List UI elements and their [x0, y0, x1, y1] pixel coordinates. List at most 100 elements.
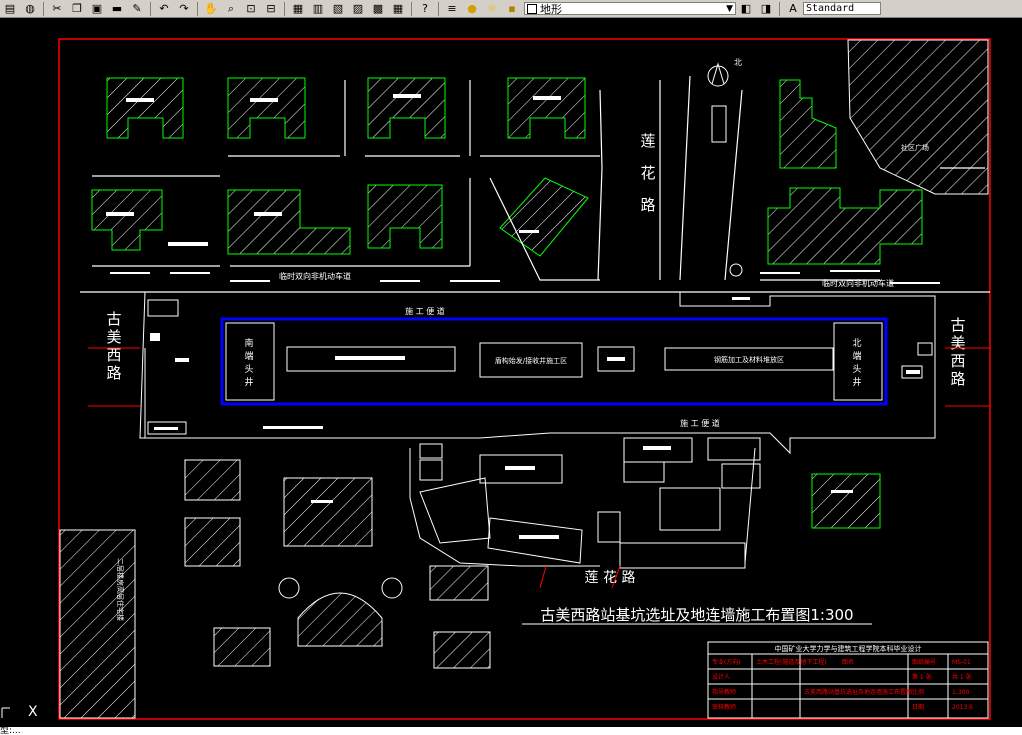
layers-icon[interactable]: ≡ [444, 2, 460, 16]
ucs-icon: X [1, 704, 38, 720]
svg-text:西: 西 [950, 352, 965, 370]
title-block-header: 中国矿业大学力学与建筑工程学院本科毕业设计 [775, 644, 922, 653]
svg-text:比例: 比例 [912, 688, 924, 696]
svg-text:指导教师: 指导教师 [712, 688, 736, 696]
zoom-window-icon[interactable]: ⊡ [243, 2, 259, 16]
pan-icon[interactable]: ✋ [203, 2, 219, 16]
north-arrow-icon: 北 [707, 58, 742, 87]
lane-arrows [110, 270, 940, 284]
svg-text:井: 井 [244, 376, 253, 388]
site-boundary [139, 291, 936, 455]
svg-text:南: 南 [244, 337, 253, 349]
svg-text:设计人: 设计人 [712, 673, 730, 681]
svg-text:花: 花 [640, 164, 655, 182]
toolbar-separator [150, 1, 151, 16]
sheetset-icon[interactable]: ▨ [350, 2, 366, 16]
square-area [847, 39, 989, 195]
svg-text:头: 头 [852, 364, 861, 375]
svg-text:日期: 日期 [912, 703, 924, 711]
brush-icon[interactable]: ✎ [129, 2, 145, 16]
drawing-title: 古美西路站基坑选址及地连墙施工布置图1:300 [540, 606, 853, 624]
svg-text:MS-01: MS-01 [952, 659, 971, 666]
svg-text:古: 古 [950, 316, 965, 334]
cut-icon[interactable]: ✂ [49, 2, 65, 16]
svg-text:审核教师: 审核教师 [712, 703, 736, 711]
toolbar-separator [197, 1, 198, 16]
south-shaft-label: 南 端 头 井 [244, 337, 253, 388]
svg-text:X: X [28, 704, 38, 720]
text-style-icon[interactable]: A [785, 2, 801, 16]
lane-label-left: 临时双向非机动车道 [279, 271, 351, 281]
construction-road-bottom: 施 工 便 道 [680, 418, 720, 428]
layer-previous-icon[interactable]: ◧ [738, 2, 754, 16]
help-icon[interactable]: ? [417, 2, 433, 16]
redo-icon[interactable]: ↷ [176, 2, 192, 16]
svg-text:图纸编号: 图纸编号 [912, 658, 936, 666]
toolbar-separator [411, 1, 412, 16]
lightbulb-icon[interactable]: ● [464, 2, 480, 16]
svg-text:路: 路 [640, 196, 655, 214]
svg-text:西: 西 [106, 346, 121, 364]
svg-text:2013.6: 2013.6 [952, 704, 973, 711]
svg-text:第 1 张: 第 1 张 [912, 673, 932, 681]
svg-text:1:300: 1:300 [952, 689, 969, 696]
svg-text:莲: 莲 [640, 132, 655, 150]
toolbar-separator [43, 1, 44, 16]
designcenter-icon[interactable]: ▥ [310, 2, 326, 16]
drawing-canvas[interactable]: 社区广场 盾构始发/接收井施工区 钢筋加工及材料堆放区 南 端 头 井 北 端 … [0, 18, 1022, 727]
svg-text:端: 端 [244, 350, 253, 362]
lock-icon[interactable]: ▪ [504, 2, 520, 16]
road-gumei-left-label: 古 美 西 路 [106, 310, 121, 382]
sun-icon[interactable]: ☼ [484, 2, 500, 16]
calculator-icon[interactable]: ▦ [390, 2, 406, 16]
zoom-previous-icon[interactable]: ⊟ [263, 2, 279, 16]
toolbar-separator [284, 1, 285, 16]
text-style-dropdown[interactable]: Standard [803, 2, 881, 15]
layer-name: 地形 [540, 2, 562, 16]
properties-icon[interactable]: ▦ [290, 2, 306, 16]
svg-text:古美西路站基坑选址及地连墙施工布置图: 古美西路站基坑选址及地连墙施工布置图 [804, 688, 912, 696]
toolpalette-icon[interactable]: ▧ [330, 2, 346, 16]
svg-text:土木工程(隧道及地下工程): 土木工程(隧道及地下工程) [756, 658, 827, 666]
road-lianhua-bottom-label: 莲 花 路 [585, 570, 636, 586]
paste-icon[interactable]: ▣ [89, 2, 105, 16]
copy-icon[interactable]: ❐ [69, 2, 85, 16]
svg-text:头: 头 [244, 364, 253, 375]
globe-icon[interactable]: ◍ [22, 2, 38, 16]
zoom-realtime-icon[interactable]: ⌕ [223, 2, 239, 16]
color-swatch-icon [527, 3, 537, 14]
svg-text:图名: 图名 [842, 658, 854, 666]
undo-icon[interactable]: ↶ [156, 2, 172, 16]
svg-text:古: 古 [106, 310, 121, 328]
command-prompt: 型:... [0, 727, 21, 735]
pit-label-mid: 盾构始发/接收井施工区 [495, 356, 567, 365]
roundabout [729, 263, 743, 277]
svg-text:共 1 张: 共 1 张 [952, 673, 972, 681]
layer-dropdown[interactable]: 地形 ▼ [524, 2, 736, 16]
toolbar-buttons: ▤ ◍ ✂ ❐ ▣ ▬ ✎ ↶ ↷ ✋ ⌕ ⊡ ⊟ ▦ ▥ ▧ ▨ ▩ ▦? [0, 1, 435, 16]
toolbar-separator [779, 1, 780, 16]
svg-text:专业(方向): 专业(方向) [712, 658, 741, 666]
svg-text:井: 井 [852, 376, 861, 388]
text-style-value: Standard [806, 3, 855, 14]
north-shaft-label: 北 端 头 井 [852, 338, 861, 388]
standard-toolbar: ▤ ◍ ✂ ❐ ▣ ▬ ✎ ↶ ↷ ✋ ⌕ ⊡ ⊟ ▦ ▥ ▧ ▨ ▩ ▦? ≡ ● ☼ ▪ 地形 ▼ ◧ ◨ A … [0, 0, 1022, 18]
vehicle [711, 105, 727, 143]
svg-text:路: 路 [106, 364, 121, 382]
lane-label-right: 临时双向非机动车道 [822, 278, 894, 288]
open-icon[interactable]: ▤ [2, 2, 18, 16]
pit-label-right: 钢筋加工及材料堆放区 [714, 355, 784, 364]
road-lianhua-label: 莲 花 路 [640, 132, 655, 214]
svg-text:北: 北 [734, 58, 742, 67]
svg-text:美: 美 [106, 328, 121, 346]
markup-icon[interactable]: ▩ [370, 2, 386, 16]
command-line[interactable]: 型:... [0, 727, 1022, 735]
chevron-down-icon[interactable]: ▼ [726, 4, 733, 14]
svg-text:北: 北 [852, 338, 861, 349]
road-gumei-right-label: 古 美 西 路 [950, 316, 965, 388]
square-label: 社区广场 [901, 143, 929, 152]
toolbar-separator [438, 1, 439, 16]
matchprop-icon[interactable]: ▬ [109, 2, 125, 16]
construction-road-top: 施 工 便 道 [405, 306, 445, 316]
layer-states-icon[interactable]: ◨ [758, 2, 774, 16]
